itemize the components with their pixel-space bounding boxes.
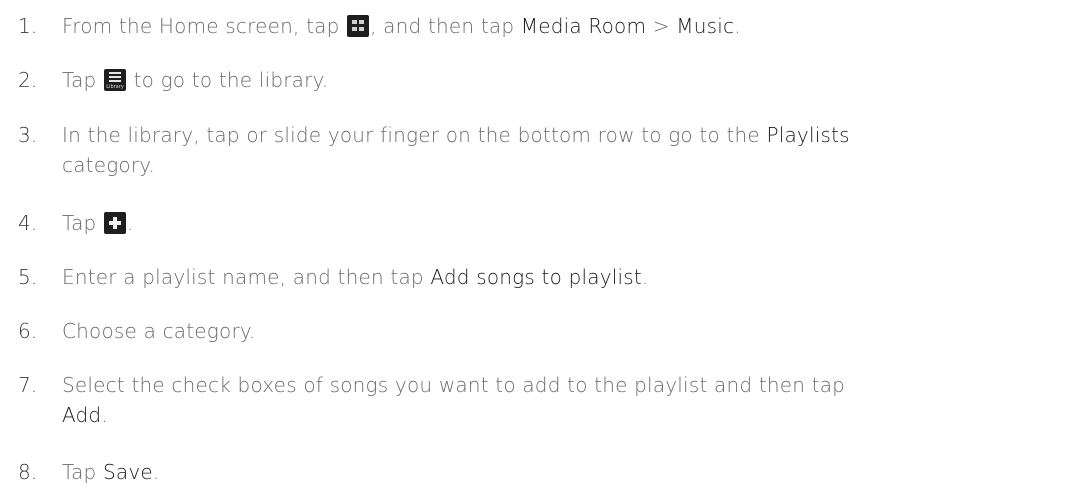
step-number: 5. xyxy=(18,265,38,289)
step-text: From the Home screen, tap , and then tap… xyxy=(62,11,1077,41)
step-number: 1. xyxy=(18,14,38,38)
separator: > xyxy=(646,14,677,38)
step-text-line2: Add. xyxy=(62,400,1077,430)
step-text-part: Tap xyxy=(62,460,104,484)
step-text: Enter a playlist name, and then tap Add … xyxy=(62,262,1077,292)
step-text-part: . xyxy=(641,265,649,289)
step-text-line2: category. xyxy=(62,153,156,177)
add-label: Add xyxy=(62,403,102,427)
step-text-part: . xyxy=(152,460,160,484)
step-number: 2. xyxy=(18,68,38,92)
library-icon: Library xyxy=(104,69,127,91)
step-number: 7. xyxy=(18,373,38,397)
step-text-part: Tap xyxy=(62,68,104,92)
step-text-part: . xyxy=(101,403,108,427)
step-text: Tap Library to go to the library. xyxy=(62,65,1077,95)
step-text-part: . xyxy=(734,14,741,38)
step-text-part: Select the check boxes of songs you want… xyxy=(62,373,846,397)
save-label: Save xyxy=(103,460,153,484)
step-text-part: . xyxy=(127,211,134,235)
step-text-part: Tap xyxy=(62,211,104,235)
step-text: Select the check boxes of songs you want… xyxy=(62,370,1077,430)
step-text: Tap Save. xyxy=(62,457,1077,487)
step-number: 4. xyxy=(18,211,38,235)
playlists-label: Playlists xyxy=(766,123,850,147)
step-number: 8. xyxy=(18,460,38,484)
plus-icon xyxy=(104,212,127,234)
add-songs-label: Add songs to playlist xyxy=(430,265,642,289)
step-text: Tap . xyxy=(62,208,1077,238)
step-number: 6. xyxy=(18,319,38,343)
step-text-part: In the library, tap or slide your finger… xyxy=(62,123,767,147)
step-text: In the library, tap or slide your finger… xyxy=(62,120,1077,180)
step-text: Choose a category. xyxy=(62,319,256,343)
step-text-part: From the Home screen, tap xyxy=(62,14,347,38)
step-number: 3. xyxy=(18,123,38,147)
music-label: Music xyxy=(676,14,735,38)
media-room-label: Media Room xyxy=(520,14,647,38)
library-icon-label: Library xyxy=(106,84,124,90)
apps-grid-icon xyxy=(347,15,370,37)
step-text-part: Enter a playlist name, and then tap xyxy=(62,265,431,289)
step-text-part: , and then tap xyxy=(370,14,521,38)
step-text-part: to go to the library. xyxy=(127,68,329,92)
